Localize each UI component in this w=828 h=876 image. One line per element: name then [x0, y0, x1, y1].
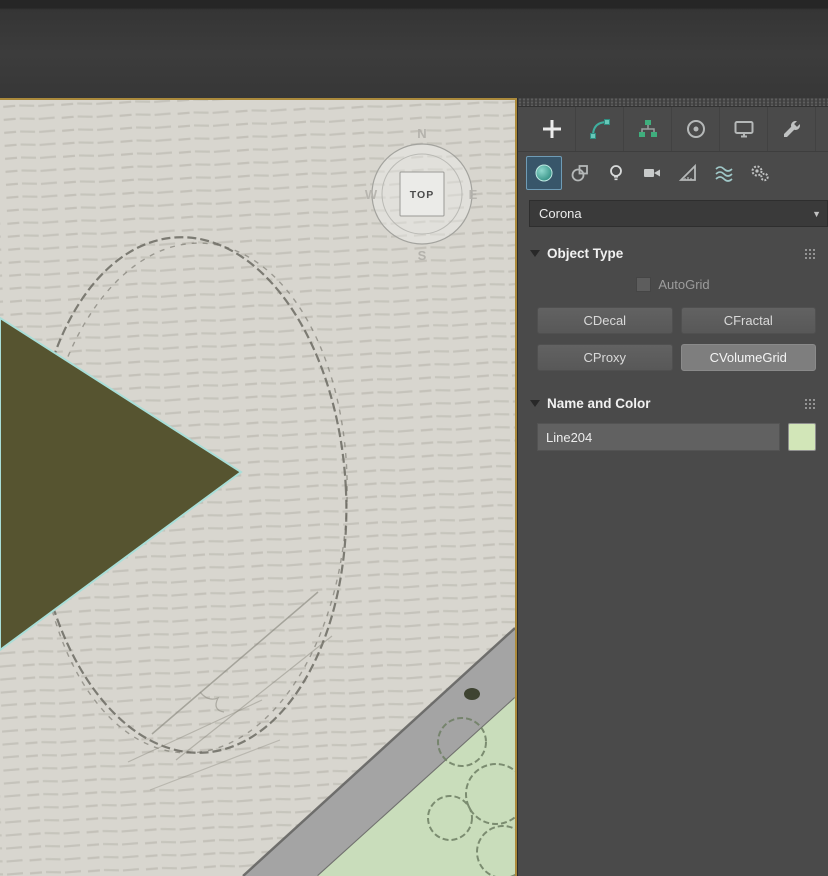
tab-utilities[interactable]	[768, 107, 816, 151]
titlebar	[0, 0, 828, 98]
object-color-swatch[interactable]	[788, 423, 816, 451]
compass-south[interactable]: S	[418, 248, 427, 263]
rollout-title: Object Type	[547, 245, 624, 261]
grip-dots-icon[interactable]	[804, 247, 816, 259]
viewport-canvas: TOP N W E S	[0, 100, 515, 876]
object-type-buttons: CDecal CFractal CProxy CVolumeGrid	[537, 307, 816, 371]
cfractal-button[interactable]: CFractal	[680, 307, 816, 334]
autogrid-row: AutoGrid	[518, 271, 828, 297]
command-panel-tabs	[518, 107, 828, 152]
tab-create[interactable]	[528, 107, 576, 151]
lights-icon	[610, 165, 622, 181]
subtab-spacewarps[interactable]	[706, 156, 742, 190]
cvolumegrid-button[interactable]: CVolumeGrid	[680, 344, 816, 371]
hierarchy-icon	[638, 120, 657, 137]
subtab-systems[interactable]	[742, 156, 778, 190]
name-and-color-row	[537, 423, 816, 451]
rollout-arrow-icon	[530, 399, 540, 407]
tab-hierarchy[interactable]	[624, 107, 672, 151]
category-dropdown[interactable]: Corona ▼	[529, 200, 828, 227]
shapes-icon	[571, 165, 588, 182]
compass-north[interactable]: N	[417, 126, 426, 141]
rollout-object-type[interactable]: Object Type	[530, 240, 816, 266]
subtab-cameras[interactable]	[634, 156, 670, 190]
systems-icon	[751, 165, 769, 182]
grip-dots-icon[interactable]	[804, 397, 816, 409]
tab-modify[interactable]	[576, 107, 624, 151]
tab-motion[interactable]	[672, 107, 720, 151]
display-icon	[734, 121, 753, 138]
category-dropdown-value: Corona	[539, 206, 582, 221]
panel-drag-strip[interactable]	[518, 98, 828, 107]
chevron-down-icon: ▼	[812, 208, 821, 219]
motion-icon	[686, 120, 705, 138]
3ds-max-window: TOP N W E S Corona ▼ Object Type AutoGri…	[0, 0, 828, 876]
viewcube-face-label: TOP	[410, 189, 434, 201]
create-category-tabs	[518, 152, 828, 194]
compass-west[interactable]: W	[365, 187, 378, 202]
subtab-geometry[interactable]	[526, 156, 562, 190]
tab-display[interactable]	[720, 107, 768, 151]
cameras-icon	[644, 169, 660, 177]
autogrid-checkbox[interactable]	[636, 276, 652, 292]
rollout-arrow-icon	[530, 249, 540, 257]
utilities-wrench-icon	[783, 121, 800, 137]
subtab-shapes[interactable]	[562, 156, 598, 190]
subtab-lights[interactable]	[598, 156, 634, 190]
helpers-icon	[678, 163, 696, 181]
create-plus-icon	[542, 120, 561, 138]
viewport-top[interactable]: TOP N W E S	[0, 98, 517, 876]
object-name-input[interactable]	[537, 423, 780, 451]
cproxy-button[interactable]: CProxy	[537, 344, 673, 371]
spacewarps-icon	[715, 166, 733, 182]
cdecal-button[interactable]: CDecal	[537, 307, 673, 334]
autogrid-label: AutoGrid	[658, 276, 710, 292]
subtab-helpers[interactable]	[670, 156, 706, 190]
rollout-name-and-color[interactable]: Name and Color	[530, 390, 816, 416]
sketch-blob	[464, 688, 480, 700]
modify-icon	[589, 119, 610, 139]
geometry-sphere-icon	[535, 164, 553, 182]
command-panel: Corona ▼ Object Type AutoGrid CDecal CFr…	[517, 98, 828, 876]
rollout-title: Name and Color	[547, 395, 651, 411]
compass-east[interactable]: E	[469, 187, 478, 202]
